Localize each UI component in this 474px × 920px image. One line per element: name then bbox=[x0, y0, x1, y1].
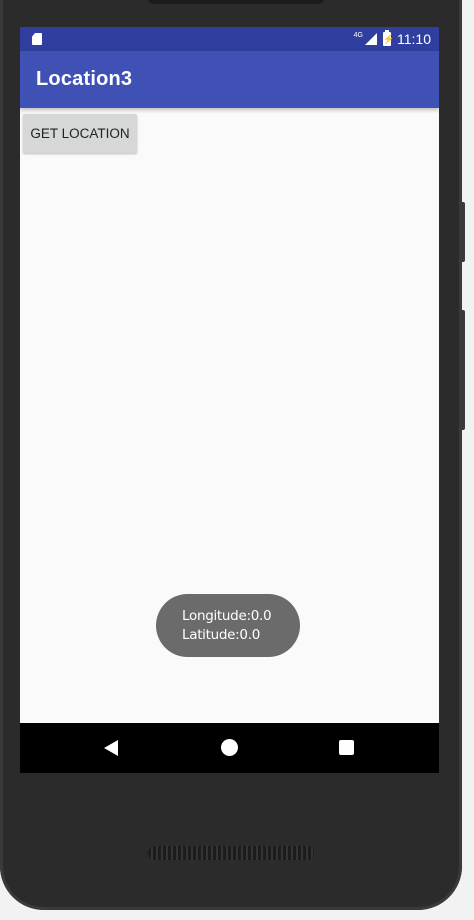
earpiece-speaker bbox=[148, 0, 324, 4]
volume-button bbox=[460, 202, 465, 262]
network-type-label: 4G bbox=[353, 31, 363, 39]
signal-icon bbox=[365, 33, 377, 45]
status-indicators: 4G 11:10 bbox=[354, 27, 431, 51]
status-bar: 4G 11:10 bbox=[20, 27, 439, 51]
sd-card-icon bbox=[32, 33, 42, 45]
toast-longitude: Longitude:0.0 bbox=[182, 608, 272, 624]
device-screen: 4G 11:10 Location3 GET LOCATION Longitud… bbox=[20, 27, 439, 773]
status-time: 11:10 bbox=[397, 31, 431, 47]
back-icon[interactable] bbox=[104, 740, 118, 756]
bottom-speaker-grille bbox=[148, 846, 314, 860]
location-toast: Longitude:0.0 Latitude:0.0 bbox=[156, 594, 300, 657]
battery-charging-icon bbox=[383, 30, 391, 46]
navigation-bar bbox=[20, 723, 439, 773]
recents-icon[interactable] bbox=[339, 740, 354, 755]
app-bar: Location3 bbox=[20, 51, 439, 108]
get-location-button[interactable]: GET LOCATION bbox=[23, 114, 137, 153]
app-title: Location3 bbox=[36, 68, 133, 90]
phone-frame: 4G 11:10 Location3 GET LOCATION Longitud… bbox=[0, 0, 465, 910]
home-icon[interactable] bbox=[221, 739, 238, 756]
power-button bbox=[460, 310, 465, 430]
toast-latitude: Latitude:0.0 bbox=[182, 627, 260, 643]
